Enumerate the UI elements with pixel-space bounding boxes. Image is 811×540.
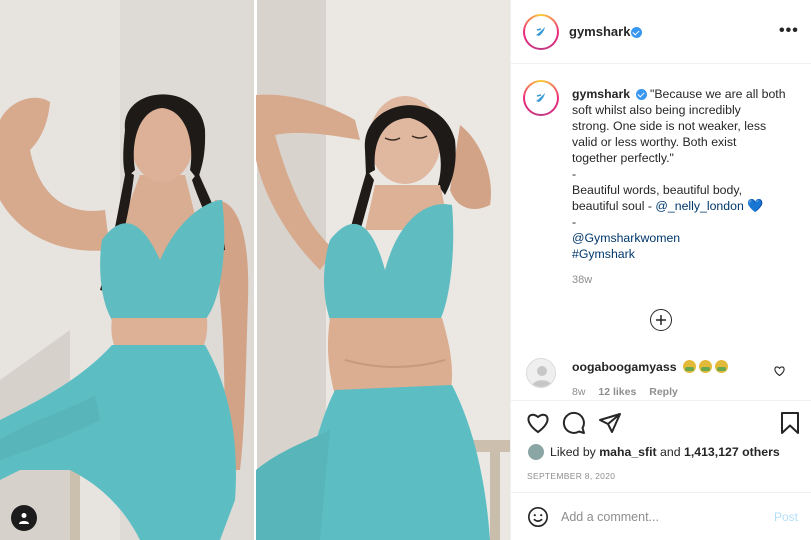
caption-line: "Because we are all both: [649, 87, 786, 101]
post-details-panel: gymshark ••• gymshark "Because we are al…: [510, 0, 811, 540]
gymshark-logo-icon: [536, 27, 545, 36]
commenter-username[interactable]: oogaboogamyass: [572, 360, 677, 374]
liker-avatar[interactable]: [527, 443, 545, 461]
account-username[interactable]: gymshark: [569, 24, 630, 39]
share-button[interactable]: [598, 411, 622, 435]
post-date[interactable]: SEPTEMBER 8, 2020: [527, 471, 615, 481]
commenter-avatar[interactable]: [526, 358, 556, 388]
caption-username[interactable]: gymshark: [572, 87, 630, 101]
plus-circle-icon: [656, 315, 666, 325]
caption-text: gymshark "Because we are all both soft w…: [572, 86, 802, 262]
post-comment-button[interactable]: Post: [774, 510, 798, 524]
nauseated-emoji: [698, 360, 712, 373]
caption-line: together perfectly.": [572, 151, 674, 165]
verified-badge-icon: [635, 89, 647, 101]
liker-username[interactable]: maha_sfit: [599, 445, 656, 459]
nauseated-emoji: [714, 360, 728, 373]
user-tag-icon: [19, 513, 29, 524]
heart-icon: [527, 413, 549, 434]
post-image: [0, 0, 510, 540]
comment-input[interactable]: [561, 507, 761, 527]
mention-link[interactable]: @Gymsharkwomen: [572, 230, 802, 246]
user-tags-button[interactable]: [11, 505, 37, 531]
like-button[interactable]: [526, 411, 550, 435]
more-options-button[interactable]: •••: [779, 22, 799, 40]
comments-section: gymshark "Because we are all both soft w…: [511, 64, 811, 400]
blue-heart-emoji: 💙: [747, 198, 764, 213]
caption-line: -: [572, 167, 577, 181]
gymshark-logo-icon: [536, 93, 545, 102]
caption-line: valid or less worthy. Both exist: [572, 135, 737, 149]
hashtag-link[interactable]: #Gymshark: [572, 246, 802, 262]
account-avatar[interactable]: [523, 14, 559, 50]
comment-reply-button[interactable]: Reply: [649, 386, 678, 398]
comment-like-heart-icon[interactable]: [774, 366, 785, 376]
likes-summary: Liked by maha_sfit and 1,413,127 others: [527, 443, 780, 461]
caption-line: -: [572, 215, 577, 229]
save-button[interactable]: [778, 411, 802, 435]
mention-link[interactable]: @_nelly_london: [655, 199, 743, 213]
caption-line: beautiful soul -: [572, 199, 656, 213]
caption-line: strong. One side is not weaker, less: [572, 119, 767, 133]
comment-text: oogaboogamyass: [572, 360, 728, 374]
add-comment-bar: Post: [511, 492, 811, 540]
caption-avatar[interactable]: [523, 80, 559, 116]
smiley-icon[interactable]: [527, 506, 549, 528]
likes-count[interactable]: 1,413,127 others: [684, 445, 780, 459]
default-avatar-icon: [532, 366, 552, 387]
comment-bubble-icon: [562, 411, 585, 434]
comment-button[interactable]: [562, 411, 586, 435]
comment-time[interactable]: 8w: [572, 386, 585, 398]
likes-prefix: Liked by: [550, 445, 600, 459]
likes-and: and: [656, 445, 684, 459]
comment-likes-count[interactable]: 12 likes: [598, 386, 636, 398]
paper-plane-icon: [599, 413, 621, 433]
verified-badge-icon: [631, 27, 642, 38]
bookmark-icon: [781, 412, 799, 434]
caption-time-ago[interactable]: 38w: [572, 274, 592, 286]
post-photo[interactable]: [0, 0, 510, 540]
action-bar: [511, 400, 811, 442]
comment-meta: 8w 12 likes Reply: [572, 386, 688, 398]
load-more-comments-button[interactable]: [650, 309, 672, 331]
caption-line: soft whilst also being incredibly: [572, 103, 741, 117]
nauseated-emoji: [682, 360, 696, 373]
post-header: gymshark •••: [511, 0, 811, 64]
caption-line: Beautiful words, beautiful body,: [572, 183, 742, 197]
